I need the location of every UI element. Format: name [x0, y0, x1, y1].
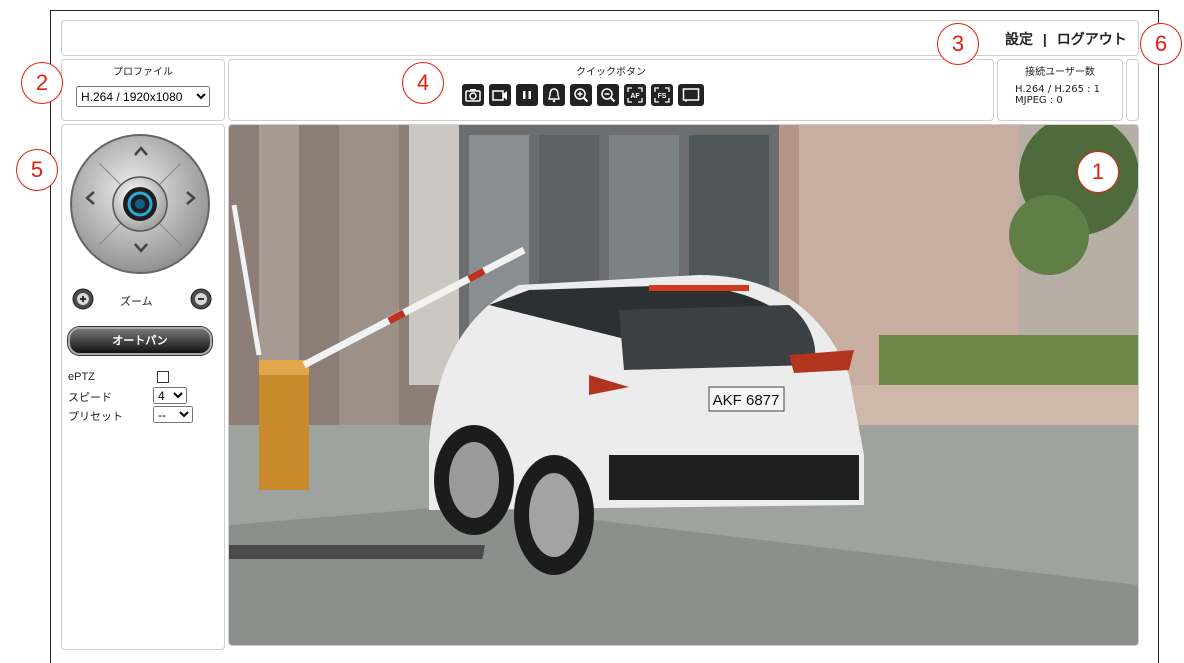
preset-select[interactable]: --	[153, 406, 193, 423]
callout-4: 4	[402, 62, 444, 104]
callout-2: 2	[21, 62, 63, 104]
autofocus-icon-text: AF	[630, 93, 640, 100]
header-links: 設定 | ログアウト	[1005, 29, 1127, 49]
callout-6: 6	[1140, 23, 1182, 65]
display-icon[interactable]	[678, 84, 704, 106]
eptz-label: ePTZ	[68, 371, 95, 383]
connections-panel: 接続ユーザー数 H.264 / H.265 : 1 MJPEG : 0	[997, 59, 1123, 121]
fullscreen-icon-text: FS	[658, 93, 667, 100]
autopan-label: オートパン	[112, 334, 168, 347]
license-plate: AKF 6877	[713, 392, 780, 409]
connections-mjpeg: MJPEG : 0	[1015, 95, 1063, 106]
zoom-in-button[interactable]	[72, 288, 94, 310]
live-video-view[interactable]: AKF 6877	[229, 125, 1138, 645]
quick-buttons-row: AF FS	[462, 82, 762, 108]
profile-select[interactable]: H.264 / 1920x1080	[76, 86, 210, 107]
callout-1: 1	[1077, 151, 1119, 193]
alarm-bell-icon[interactable]	[543, 84, 565, 106]
speed-label: スピード	[68, 392, 112, 404]
record-icon[interactable]	[489, 84, 511, 106]
pan-down-icon[interactable]	[133, 242, 149, 254]
pause-icon[interactable]	[516, 84, 538, 106]
fullscreen-icon[interactable]: FS	[651, 84, 673, 106]
video-panel: AKF 6877	[228, 124, 1139, 646]
header-separator: |	[1042, 31, 1047, 47]
eptz-checkbox[interactable]	[157, 371, 169, 383]
pan-right-icon[interactable]	[185, 190, 197, 206]
settings-link[interactable]: 設定	[1005, 31, 1033, 47]
preset-label: プリセット	[68, 411, 123, 423]
quick-buttons-title: クイックボタン	[576, 67, 646, 78]
pan-up-icon[interactable]	[133, 145, 149, 157]
connections-h264: H.264 / H.265 : 1	[1015, 84, 1101, 95]
pan-left-icon[interactable]	[84, 190, 96, 206]
autofocus-icon[interactable]: AF	[624, 84, 646, 106]
speed-select[interactable]: 4	[153, 387, 187, 404]
autopan-button[interactable]: オートパン	[68, 327, 212, 355]
zoom-out-icon[interactable]	[597, 84, 619, 106]
ptz-panel: ズーム オートパン ePTZ スピード 4 プリセット --	[61, 124, 225, 650]
logout-link[interactable]: ログアウト	[1057, 31, 1127, 47]
connections-title: 接続ユーザー数	[1025, 67, 1095, 78]
profile-panel: プロファイル H.264 / 1920x1080	[61, 59, 225, 121]
callout-5: 5	[16, 149, 58, 191]
extra-panel	[1126, 59, 1139, 121]
profile-title: プロファイル	[113, 67, 173, 78]
callout-3: 3	[937, 23, 979, 65]
quick-buttons-panel: クイックボタン AF FS	[228, 59, 994, 121]
snapshot-icon[interactable]	[462, 84, 484, 106]
zoom-label: ズーム	[120, 296, 153, 308]
zoom-out-button[interactable]	[190, 288, 212, 310]
zoom-in-icon[interactable]	[570, 84, 592, 106]
